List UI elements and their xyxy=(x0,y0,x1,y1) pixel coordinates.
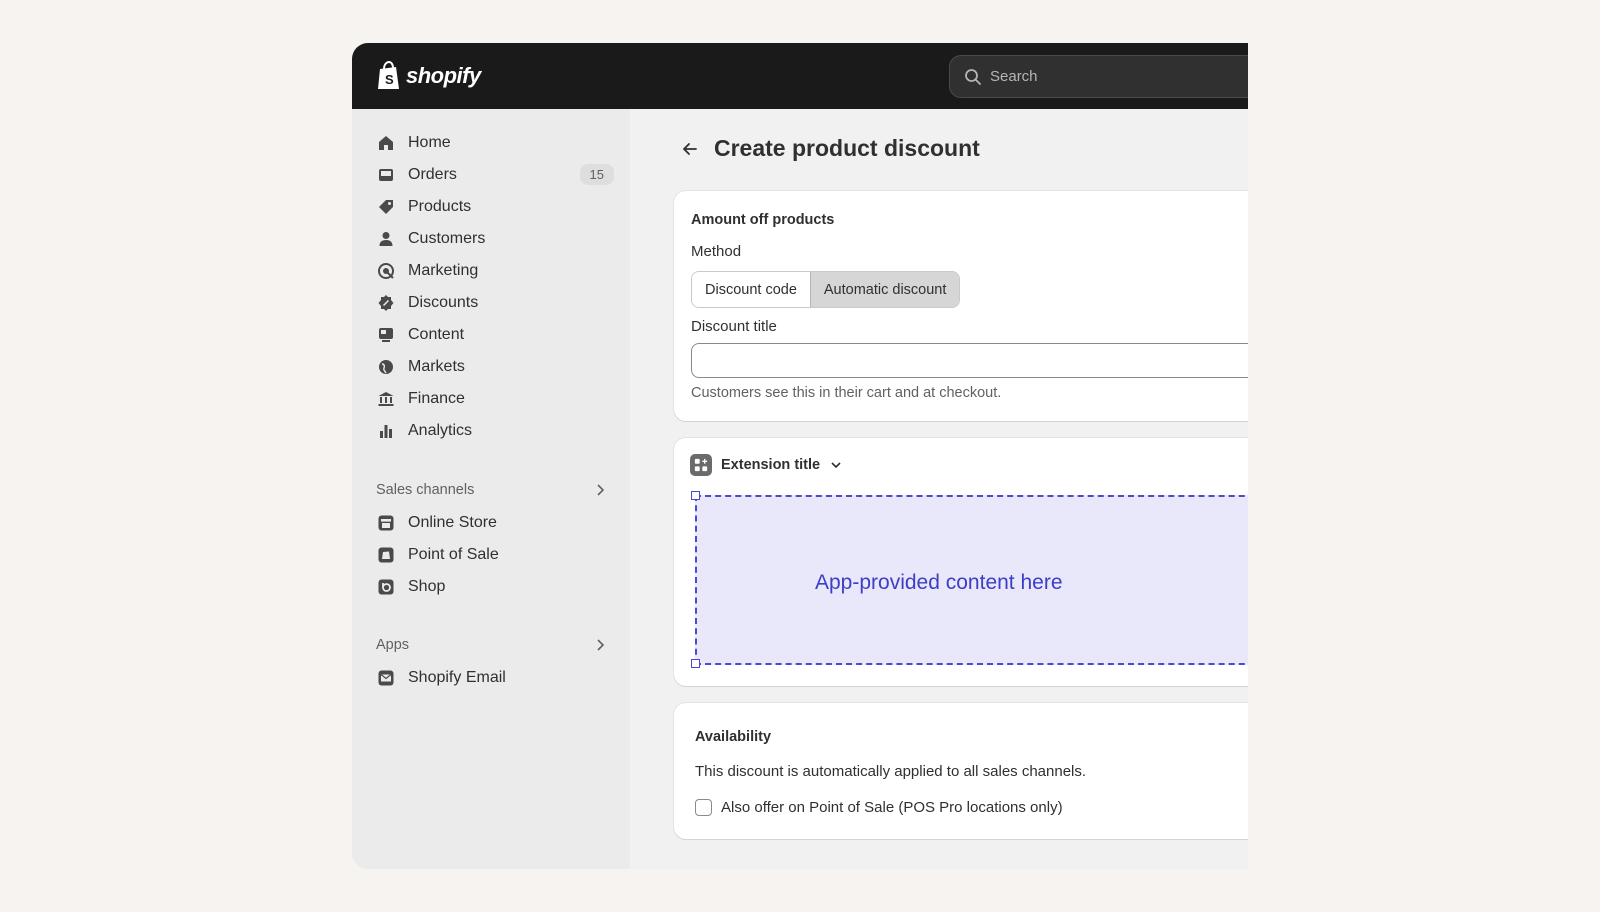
discount-icon xyxy=(376,293,396,313)
availability-description: This discount is automatically applied t… xyxy=(695,763,1087,780)
discount-title-help-text: Customers see this in their cart and at … xyxy=(691,385,1002,401)
extension-header[interactable]: Extension title xyxy=(690,454,843,476)
availability-title: Availability xyxy=(695,729,772,745)
placeholder-text: App-provided content here xyxy=(815,571,1063,594)
sidebar-item-point-of-sale[interactable]: Point of Sale xyxy=(376,541,614,569)
selection-handle-top-left[interactable] xyxy=(691,491,700,500)
target-icon xyxy=(376,261,396,281)
sidebar-item-label: Products xyxy=(408,198,472,215)
page-title: Create product discount xyxy=(714,135,980,161)
app-extension-icon xyxy=(690,454,712,476)
sidebar-item-label: Shop xyxy=(408,578,446,595)
store-icon xyxy=(376,513,396,533)
chevron-right-icon xyxy=(597,639,605,651)
sidebar-item-label: Analytics xyxy=(408,422,473,439)
sidebar-item-finance[interactable]: Finance xyxy=(376,385,614,413)
globe-icon xyxy=(376,357,396,377)
sidebar-item-analytics[interactable]: Analytics xyxy=(376,417,614,445)
sidebar-item-products[interactable]: Products xyxy=(376,193,614,221)
availability-card: Availability This discount is automatica… xyxy=(674,703,1248,839)
apps-label: Apps xyxy=(376,637,410,653)
card-title: Amount off products xyxy=(691,212,835,228)
tag-icon xyxy=(376,197,396,217)
sidebar-item-home[interactable]: Home xyxy=(376,129,614,157)
orders-count-badge: 15 xyxy=(579,164,614,185)
search-placeholder: Search xyxy=(990,68,1038,85)
sidebar-item-orders[interactable]: Orders 15 xyxy=(376,161,614,189)
sidebar-item-shop[interactable]: Shop xyxy=(376,573,614,601)
page-header: Create product discount xyxy=(680,135,980,162)
pos-icon xyxy=(376,545,396,565)
sidebar-item-label: Shopify Email xyxy=(408,669,506,686)
home-icon xyxy=(376,133,396,153)
person-icon xyxy=(376,229,396,249)
sales-channels-header[interactable]: Sales channels xyxy=(376,478,614,502)
sidebar-item-label: Orders xyxy=(408,166,457,183)
sidebar-item-label: Discounts xyxy=(408,294,479,311)
chevron-right-icon xyxy=(597,484,605,496)
content-icon xyxy=(376,325,396,345)
svg-text:S: S xyxy=(385,72,394,87)
bank-icon xyxy=(376,389,396,409)
sidebar-item-content[interactable]: Content xyxy=(376,321,614,349)
discount-details-card: Amount off products Method Discount code… xyxy=(674,191,1248,421)
sidebar-item-label: Home xyxy=(408,134,451,151)
pos-checkbox[interactable] xyxy=(695,799,712,816)
app-window: S shopify Search Home Orders 15 Products xyxy=(352,43,1248,869)
main-content: Create product discount Amount off produ… xyxy=(630,109,1248,869)
back-arrow-icon[interactable] xyxy=(680,139,700,159)
pos-checkbox-label: Also offer on Point of Sale (POS Pro loc… xyxy=(721,799,1063,816)
apps-header[interactable]: Apps xyxy=(376,633,614,657)
sidebar-item-markets[interactable]: Markets xyxy=(376,353,614,381)
method-label: Method xyxy=(691,243,742,260)
chevron-down-icon xyxy=(831,462,841,469)
sidebar-item-discounts[interactable]: Discounts xyxy=(376,289,614,317)
extension-title: Extension title xyxy=(721,457,821,473)
sidebar-item-label: Online Store xyxy=(408,514,497,531)
pos-checkbox-row[interactable]: Also offer on Point of Sale (POS Pro loc… xyxy=(695,799,1063,816)
selection-handle-bottom-left[interactable] xyxy=(691,659,700,668)
bar-chart-icon xyxy=(376,421,396,441)
sidebar-item-online-store[interactable]: Online Store xyxy=(376,509,614,537)
sidebar-item-label: Markets xyxy=(408,358,465,375)
top-bar: S shopify Search xyxy=(352,43,1248,109)
discount-title-input[interactable] xyxy=(691,343,1248,378)
sidebar-item-label: Finance xyxy=(408,390,465,407)
logo-text: shopify xyxy=(406,63,481,88)
shopify-bag-icon: S xyxy=(378,61,399,89)
method-option-automatic-discount[interactable]: Automatic discount xyxy=(809,272,960,307)
sidebar: Home Orders 15 Products Customers Market… xyxy=(352,109,630,869)
sales-channels-label: Sales channels xyxy=(376,482,475,498)
sidebar-item-label: Marketing xyxy=(408,262,479,279)
discount-title-label: Discount title xyxy=(691,318,777,335)
app-content-placeholder: App-provided content here xyxy=(695,495,1248,665)
inbox-icon xyxy=(376,165,396,185)
method-option-discount-code[interactable]: Discount code xyxy=(692,272,810,307)
sidebar-item-marketing[interactable]: Marketing xyxy=(376,257,614,285)
sidebar-item-shopify-email[interactable]: Shopify Email xyxy=(376,664,614,692)
shopify-logo[interactable]: S shopify xyxy=(376,61,481,91)
sidebar-item-label: Customers xyxy=(408,230,486,247)
extension-card: Extension title App-provided content her… xyxy=(674,438,1248,686)
sidebar-item-label: Content xyxy=(408,326,465,343)
email-icon xyxy=(376,668,396,688)
sidebar-item-customers[interactable]: Customers xyxy=(376,225,614,253)
search-icon xyxy=(965,68,981,85)
sidebar-item-label: Point of Sale xyxy=(408,546,499,563)
method-segmented-control: Discount code Automatic discount xyxy=(691,271,961,308)
shop-icon xyxy=(376,577,396,597)
search-input[interactable]: Search xyxy=(949,55,1248,98)
